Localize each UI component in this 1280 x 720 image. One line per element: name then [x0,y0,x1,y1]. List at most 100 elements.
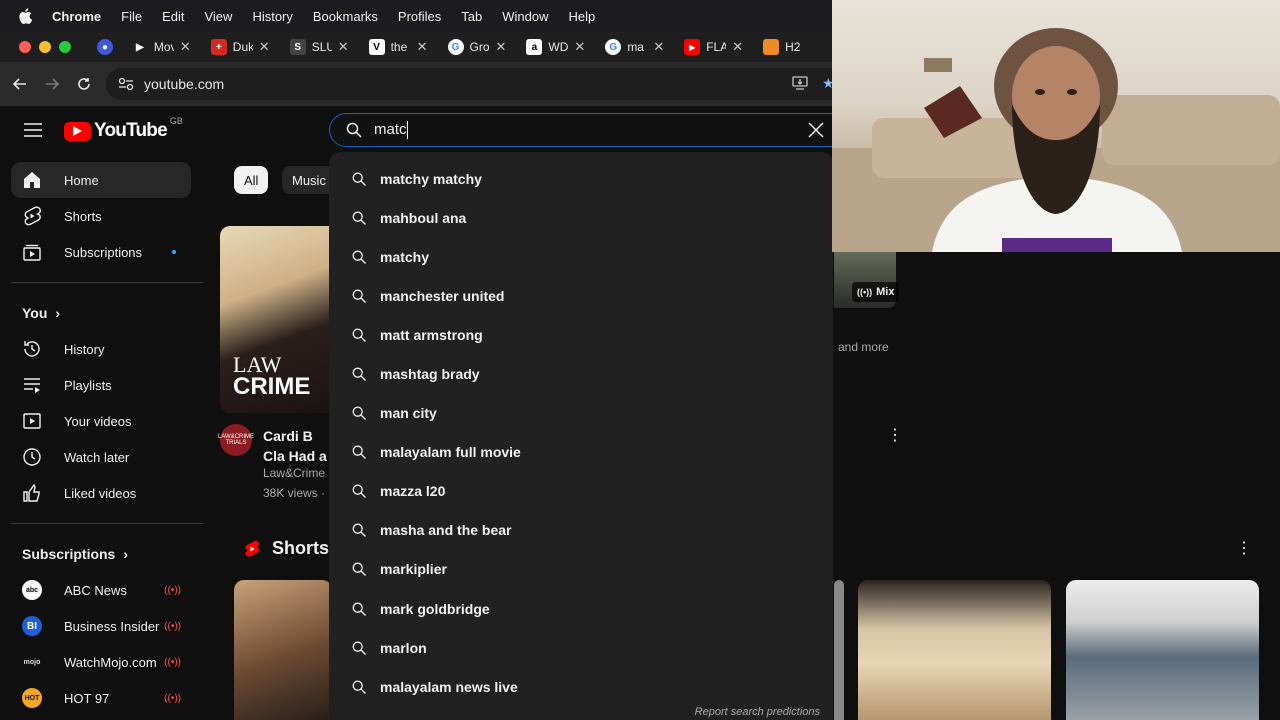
sidebar-channel-hot-97[interactable]: HOT HOT 97 ((•)) [11,680,191,716]
sidebar-channel-watchmojo[interactable]: mojo WatchMojo.com ((•)) [11,644,191,680]
tab-close-icon[interactable]: ✕ [653,39,664,55]
menu-edit[interactable]: Edit [162,9,184,24]
search-input[interactable]: matc [374,121,408,140]
suggestion-item[interactable]: man city [329,394,833,433]
tab-1[interactable]: + Duk ✕ [201,34,280,60]
zoom-window-button[interactable] [59,41,71,53]
close-window-button[interactable] [19,41,31,53]
youtube-play-icon [64,121,91,141]
sidebar-item-liked-videos[interactable]: Liked videos [11,475,191,511]
divider [11,282,203,283]
suggestion-item[interactable]: matchy matchy [329,159,833,198]
menu-history[interactable]: History [252,9,292,24]
menu-file[interactable]: File [121,9,142,24]
sidebar-item-history[interactable]: History [11,331,191,367]
reload-button[interactable] [68,68,100,100]
chip-all[interactable]: All [234,166,269,194]
tab-title: WD [548,40,569,54]
sidebar-channel-abc-news[interactable]: abc ABC News ((•)) [11,572,191,608]
search-icon [352,406,366,421]
sidebar-item-label: Playlists [64,377,112,393]
new-content-dot [172,250,176,254]
menu-app-name[interactable]: Chrome [52,9,101,24]
search-box[interactable]: matc [329,113,839,147]
menu-profiles[interactable]: Profiles [398,9,441,24]
suggestion-item[interactable]: malayalam news live [329,667,833,706]
suggestion-item[interactable]: mashtag brady [329,354,833,393]
suggestion-item[interactable]: matt armstrong [329,315,833,354]
tab-4[interactable]: G Gro ✕ [438,34,517,60]
site-info-icon[interactable] [118,77,134,91]
sidebar-item-label: Home [64,172,99,188]
menu-view[interactable]: View [204,9,232,24]
back-button[interactable] [4,68,36,100]
short-thumbnail[interactable] [1066,580,1259,720]
more-options-icon[interactable]: ⋮ [1236,538,1252,558]
suggestion-text: mark goldbridge [380,600,490,617]
sidebar-item-playlists[interactable]: Playlists [11,367,191,403]
tab-close-icon[interactable]: ✕ [417,39,428,55]
clear-search-icon[interactable] [808,122,824,138]
tab-close-icon[interactable]: ✕ [180,39,191,55]
sidebar-channel-business-insider[interactable]: BI Business Insider ((•)) [11,608,191,644]
tab-0[interactable]: ▶ Mov ✕ [122,34,201,60]
search-icon [352,484,366,499]
menu-window[interactable]: Window [502,9,548,24]
tab-6[interactable]: G ma ✕ [595,34,674,60]
tab-5[interactable]: a WD ✕ [516,34,595,60]
short-thumbnail[interactable] [834,580,844,720]
tab-7[interactable]: ▶ FLA ✕ [674,34,753,60]
video-title[interactable]: Cardi B Cla Had a 'Veri [263,426,333,466]
menu-help[interactable]: Help [569,9,596,24]
sidebar-item-subscriptions[interactable]: Subscriptions [11,234,191,270]
tab-close-icon[interactable]: ✕ [496,39,507,55]
sidebar-item-watch-later[interactable]: Watch later [11,439,191,475]
video-channel[interactable]: Law&Crime [263,466,333,480]
tab-8[interactable]: H2 [753,34,832,60]
you-section-heading[interactable]: You › [22,295,214,331]
suggestion-item[interactable]: matchy [329,237,833,276]
more-options-icon[interactable]: ⋮ [887,425,903,445]
short-thumbnail[interactable] [234,580,332,720]
tab-strip: ● ▶ Mov ✕ + Duk ✕ S SLU ✕ V the ✕ G Gro … [0,32,832,62]
youtube-logo[interactable]: YouTube GB [64,116,183,142]
forward-button[interactable] [36,68,68,100]
tab-close-icon[interactable]: ✕ [732,39,743,55]
video-thumbnail[interactable]: LAW CRIME [220,226,332,413]
tab-3[interactable]: V the ✕ [359,34,438,60]
tab-close-icon[interactable]: ✕ [574,39,585,55]
short-thumbnail[interactable] [858,580,1051,720]
report-search-predictions-link[interactable]: Report search predictions [695,706,820,718]
suggestion-item[interactable]: mahboul ana [329,198,833,237]
suggestion-item[interactable]: markiplier [329,550,833,589]
sidebar-item-shorts[interactable]: Shorts [11,198,191,234]
tab-2[interactable]: S SLU ✕ [280,34,359,60]
address-bar[interactable]: youtube.com [106,68,846,100]
chevron-right-icon: › [123,546,129,562]
menu-bookmarks[interactable]: Bookmarks [313,9,378,24]
suggestion-item[interactable]: mark goldbridge [329,589,833,628]
suggestion-item[interactable]: mazza l20 [329,472,833,511]
channel-avatar-slot: HOT [22,688,42,708]
suggestion-text: marlon [380,639,427,656]
forward-arrow-icon [46,78,59,90]
menu-tab[interactable]: Tab [461,9,482,24]
tab-pinned[interactable]: ● [87,34,122,60]
suggestion-item[interactable]: manchester united [329,276,833,315]
chip-music[interactable]: Music [282,166,336,194]
sidebar-item-your-videos[interactable]: Your videos [11,403,191,439]
apple-icon[interactable] [18,8,32,24]
subscriptions-heading-text: Subscriptions [22,546,116,562]
tab-close-icon[interactable]: ✕ [338,39,349,55]
tab-close-icon[interactable]: ✕ [259,39,270,55]
suggestion-item[interactable]: malayalam full movie [329,433,833,472]
subscriptions-section-heading[interactable]: Subscriptions › [22,536,214,572]
minimize-window-button[interactable] [39,41,51,53]
channel-avatar[interactable]: LAW&CRIME TRIALS [218,424,254,456]
sidebar-item-home[interactable]: Home [11,162,191,198]
liked-videos-icon [22,483,42,503]
install-app-icon[interactable] [792,76,808,95]
suggestion-item[interactable]: masha and the bear [329,511,833,550]
suggestion-item[interactable]: marlon [329,628,833,667]
menu-hamburger-icon[interactable] [24,123,42,137]
